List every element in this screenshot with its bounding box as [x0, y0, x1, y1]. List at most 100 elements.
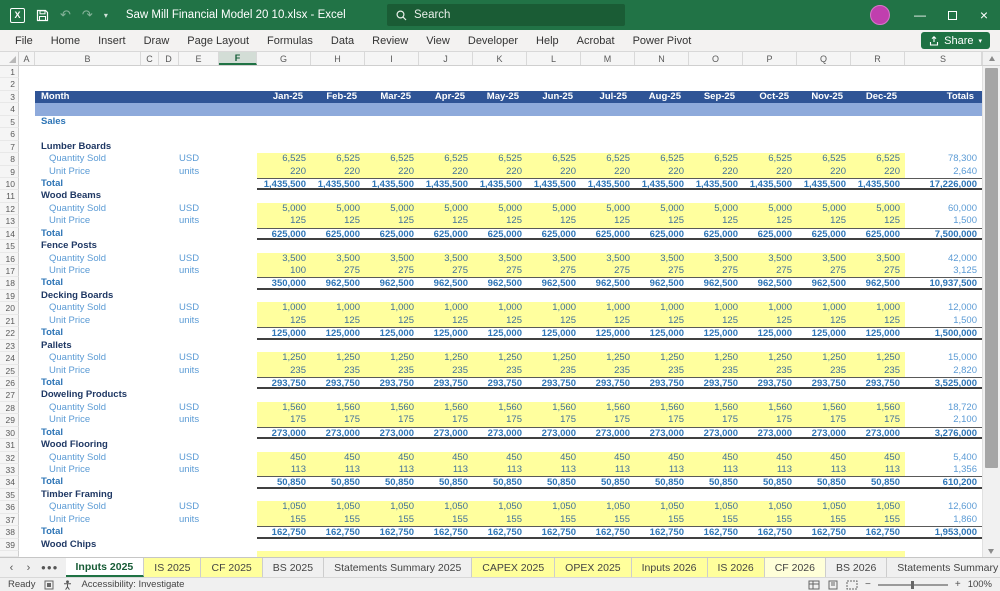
cell[interactable]: 1,560 — [473, 401, 527, 415]
cell[interactable] — [141, 501, 159, 513]
zoom-slider[interactable] — [877, 580, 948, 589]
cell[interactable]: 113 — [419, 464, 473, 477]
cell[interactable]: Total — [35, 476, 141, 488]
cell[interactable]: 6,525 — [473, 153, 527, 166]
accessibility-status[interactable]: Accessibility: Investigate — [81, 579, 184, 590]
cell[interactable] — [19, 539, 35, 551]
cell[interactable]: 2,820 — [905, 365, 982, 377]
cell[interactable]: 625,000 — [527, 229, 581, 238]
cell[interactable]: 1,250 — [797, 352, 851, 365]
cell[interactable]: 113 — [527, 464, 581, 477]
cell[interactable]: 162,750 — [689, 527, 743, 536]
ribbon-tab-data[interactable]: Data — [322, 30, 363, 51]
cell[interactable]: 3,500 — [797, 252, 851, 265]
cell[interactable]: 962,500 — [689, 278, 743, 287]
cell[interactable]: 50,850 — [797, 477, 851, 486]
sheet-tab-is-2025[interactable]: IS 2025 — [144, 558, 202, 577]
cell[interactable] — [141, 253, 159, 265]
cell[interactable] — [141, 178, 257, 190]
cell[interactable]: Jul-25 — [581, 91, 635, 103]
row-header[interactable]: 15 — [0, 240, 19, 253]
column-header-i[interactable]: I — [365, 52, 419, 65]
cell[interactable]: 1,000 — [473, 302, 527, 315]
cell[interactable] — [141, 166, 159, 178]
zoom-slider-thumb[interactable] — [910, 580, 914, 589]
cell[interactable]: 1,000 — [689, 302, 743, 315]
cell[interactable]: units — [179, 315, 219, 327]
cell[interactable]: 6,525 — [635, 153, 689, 166]
cell[interactable]: 50,850 — [419, 477, 473, 486]
cell[interactable]: 962,500 — [635, 278, 689, 287]
cell[interactable] — [19, 365, 35, 377]
cell[interactable]: 273,000 — [689, 428, 743, 437]
cell[interactable]: USD — [179, 352, 219, 364]
cell[interactable]: 5,000 — [635, 202, 689, 216]
cell[interactable]: 125,000 — [635, 328, 689, 337]
cell[interactable]: 113 — [581, 464, 635, 477]
cell[interactable]: 220 — [311, 165, 365, 178]
column-header-g[interactable]: G — [257, 52, 311, 65]
cell[interactable] — [19, 427, 35, 439]
cell[interactable]: Oct-25 — [743, 91, 797, 103]
cell[interactable] — [219, 166, 257, 178]
cell[interactable]: 155 — [311, 513, 365, 527]
cell[interactable]: 1,250 — [635, 352, 689, 365]
cell[interactable]: 6,525 — [797, 153, 851, 166]
cell[interactable]: 113 — [365, 464, 419, 477]
vertical-scrollbar-thumb[interactable] — [985, 68, 998, 468]
row-header[interactable]: 13 — [0, 215, 19, 228]
column-header-h[interactable]: H — [311, 52, 365, 65]
cell[interactable] — [159, 501, 179, 513]
cell[interactable]: Unit Price — [35, 166, 141, 178]
cell[interactable]: 6,525 — [581, 153, 635, 166]
cell[interactable]: 175 — [257, 414, 311, 427]
cell[interactable]: 450 — [311, 451, 365, 464]
cell[interactable]: 1,435,500 — [473, 179, 527, 188]
cell[interactable] — [19, 240, 35, 252]
row-header[interactable]: 10 — [0, 177, 19, 191]
cell[interactable]: 1,000 — [797, 302, 851, 315]
row-header[interactable]: 18 — [0, 277, 19, 290]
cell[interactable] — [19, 228, 35, 240]
cell[interactable] — [19, 265, 35, 277]
row-header[interactable]: 34 — [0, 476, 19, 489]
cell[interactable]: 125 — [365, 215, 419, 228]
column-header-k[interactable]: K — [473, 52, 527, 65]
cell[interactable]: 6,525 — [419, 153, 473, 166]
cell[interactable]: 625,000 — [797, 229, 851, 238]
cell[interactable]: 125,000 — [581, 328, 635, 337]
zoom-in-button[interactable]: + — [955, 579, 961, 590]
cell[interactable]: Month — [35, 91, 257, 103]
cell[interactable]: 220 — [365, 165, 419, 178]
cell[interactable]: 3,500 — [851, 252, 905, 265]
cell[interactable] — [19, 215, 35, 227]
cell[interactable]: units — [179, 265, 219, 277]
cell[interactable]: 1,500 — [905, 215, 982, 227]
cell[interactable] — [141, 228, 257, 240]
cell[interactable]: 962,500 — [743, 278, 797, 287]
cell[interactable]: 162,750 — [365, 527, 419, 536]
row-header[interactable]: 9 — [0, 165, 19, 178]
ribbon-tab-acrobat[interactable]: Acrobat — [568, 30, 624, 51]
cell[interactable]: 625,000 — [257, 229, 311, 238]
cell[interactable]: 125 — [257, 314, 311, 328]
cell[interactable]: 155 — [419, 513, 473, 527]
cell[interactable]: 6,525 — [257, 153, 311, 166]
cell[interactable] — [141, 402, 159, 414]
cell[interactable]: 155 — [365, 513, 419, 527]
cell[interactable] — [19, 302, 35, 314]
row-header[interactable]: 8 — [0, 153, 19, 166]
minimize-button[interactable]: — — [904, 0, 936, 30]
cell[interactable]: 10,937,500 — [905, 278, 982, 287]
cell[interactable]: 450 — [851, 451, 905, 464]
row-header[interactable]: 12 — [0, 202, 19, 216]
cell[interactable] — [159, 253, 179, 265]
cell[interactable] — [219, 402, 257, 414]
cell[interactable]: Unit Price — [35, 215, 141, 227]
cell[interactable]: Pallets — [35, 340, 982, 352]
cell[interactable]: 6,525 — [689, 153, 743, 166]
cell[interactable] — [219, 302, 257, 314]
cell[interactable]: 175 — [743, 414, 797, 427]
cell[interactable] — [19, 290, 35, 302]
cell[interactable]: 3,500 — [419, 252, 473, 265]
